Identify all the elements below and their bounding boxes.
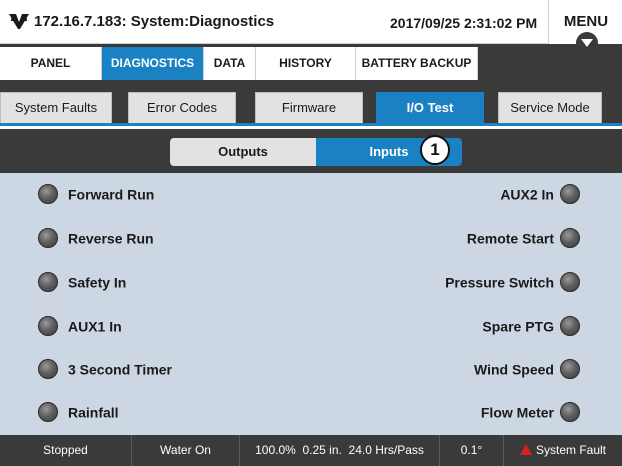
input-row-flow-meter: Flow Meter: [310, 398, 580, 424]
tab-data[interactable]: DATA: [204, 47, 256, 80]
title-bar: 172.16.7.183: System:Diagnostics 2017/09…: [0, 0, 622, 54]
input-label: AUX2 In: [500, 186, 554, 203]
tab-service-mode[interactable]: Service Mode: [498, 92, 602, 123]
sub-tab-bar: System Faults Error Codes Firmware I/O T…: [0, 80, 622, 126]
input-label: AUX1 In: [68, 318, 122, 335]
input-status-led: [560, 228, 580, 249]
input-status-led: [560, 316, 580, 337]
tab-firmware[interactable]: Firmware: [255, 92, 363, 123]
input-row-wind-speed: Wind Speed: [310, 355, 580, 381]
input-label: Forward Run: [68, 186, 155, 203]
input-status-led: [38, 316, 58, 337]
input-label: Rainfall: [68, 404, 119, 421]
input-label: Flow Meter: [480, 404, 554, 421]
input-status-led: [38, 272, 58, 293]
input-label: Wind Speed: [474, 361, 554, 378]
main-tab-bar: PANEL DIAGNOSTICS DATA HISTORY BATTERY B…: [0, 44, 622, 80]
input-label: Safety In: [68, 274, 127, 291]
run-state: Stopped: [0, 435, 132, 466]
input-label: 3 Second Timer: [68, 361, 173, 378]
inputs-panel: Forward Run Reverse Run Safety In AUX1 I…: [0, 173, 622, 435]
input-label: Remote Start: [466, 230, 554, 247]
tab-battery-backup[interactable]: BATTERY BACKUP: [356, 47, 478, 80]
input-status-led: [38, 184, 58, 205]
tab-panel[interactable]: PANEL: [0, 47, 102, 80]
input-label: Pressure Switch: [445, 274, 554, 291]
input-row-spare-ptg: Spare PTG: [310, 312, 580, 338]
input-status-led: [560, 359, 580, 380]
chevron-down-icon[interactable]: [576, 32, 598, 54]
time-per-pass: 24.0 Hrs/Pass: [348, 443, 424, 457]
status-bar: Stopped Water On 100.0% 0.25 in. 24.0 Hr…: [0, 435, 622, 466]
input-label: Reverse Run: [68, 230, 154, 247]
application-rate: 100.0% 0.25 in. 24.0 Hrs/Pass: [240, 435, 440, 466]
input-row-pressure-switch: Pressure Switch: [310, 268, 580, 294]
input-row-rainfall: Rainfall: [38, 398, 298, 424]
tab-diagnostics[interactable]: DIAGNOSTICS: [102, 47, 204, 80]
depth-value: 0.25 in.: [302, 443, 342, 457]
input-row-aux2-in: AUX2 In: [310, 180, 580, 206]
input-status-led: [560, 272, 580, 293]
input-row-forward-run: Forward Run: [38, 180, 298, 206]
angle-readout: 0.1°: [440, 435, 504, 466]
tab-error-codes[interactable]: Error Codes: [128, 92, 236, 123]
system-fault-indicator[interactable]: System Fault: [504, 435, 622, 466]
callout-marker: 1: [420, 135, 450, 165]
input-label: Spare PTG: [482, 318, 554, 335]
menu-button[interactable]: MENU: [548, 0, 622, 54]
tab-io-test[interactable]: I/O Test: [376, 92, 484, 123]
input-row-aux1-in: AUX1 In: [38, 312, 298, 338]
input-status-led: [38, 228, 58, 249]
input-status-led: [560, 402, 580, 423]
input-row-safety-in: Safety In: [38, 268, 298, 294]
water-status: Water On: [132, 435, 240, 466]
warning-triangle-icon: [519, 444, 532, 456]
speed-percent: 100.0%: [255, 443, 296, 457]
input-status-led: [560, 184, 580, 205]
input-row-3-second-timer: 3 Second Timer: [38, 355, 298, 381]
input-status-led: [38, 359, 58, 380]
window-title: 172.16.7.183: System:Diagnostics: [34, 13, 275, 30]
rain-bird-logo-icon: [9, 14, 29, 29]
tab-system-faults[interactable]: System Faults: [0, 92, 112, 123]
tab-history[interactable]: HISTORY: [256, 47, 356, 80]
menu-label: MENU: [563, 13, 609, 30]
input-status-led: [38, 402, 58, 423]
io-toggle-bar: Outputs Inputs: [0, 129, 622, 173]
date-time: 2017/09/25 2:31:02 PM: [390, 15, 538, 31]
input-row-reverse-run: Reverse Run: [38, 224, 298, 250]
outputs-toggle-button[interactable]: Outputs: [170, 138, 316, 166]
fault-label: System Fault: [535, 443, 607, 457]
input-row-remote-start: Remote Start: [310, 224, 580, 250]
